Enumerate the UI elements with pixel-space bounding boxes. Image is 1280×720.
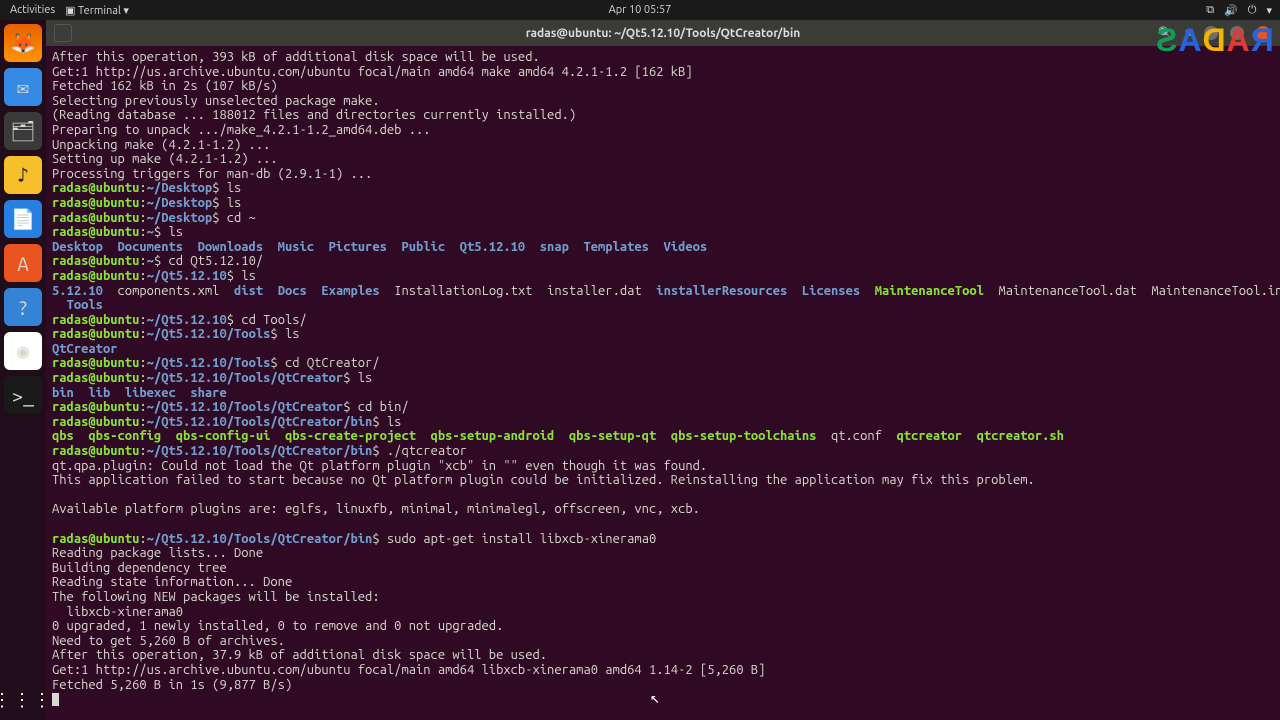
terminal[interactable]: After this operation, 393 kB of addition… — [46, 46, 1280, 720]
show-applications[interactable]: ⋮⋮⋮ — [0, 680, 46, 720]
power-icon[interactable]: ⏻ — [1248, 4, 1257, 17]
dock-terminal[interactable]: >_ — [4, 376, 42, 414]
terminal-cursor — [52, 693, 59, 706]
dock-help[interactable]: ? — [4, 288, 42, 326]
app-menu[interactable]: ▣ Terminal ▾ — [65, 4, 129, 17]
dock-chrome[interactable]: ◉ — [4, 332, 42, 370]
gnome-topbar: Activities ▣ Terminal ▾ Apr 10 05:57 ⧉ 🔊… — [0, 0, 1280, 20]
dock-software[interactable]: A — [4, 244, 42, 282]
clock[interactable]: Apr 10 05:57 — [609, 4, 672, 16]
dock-libreoffice[interactable]: 📄 — [4, 200, 42, 238]
window-title: radas@ubuntu: ~/Qt5.12.10/Tools/QtCreato… — [526, 27, 801, 40]
watermark-logo: RADAS — [1155, 22, 1274, 59]
system-menu-chevron-icon[interactable]: ▾ — [1266, 4, 1272, 17]
dock: 🦊 ✉ 🗂 ♪ 📄 A ? ◉ >_ — [0, 20, 46, 720]
dock-firefox[interactable]: 🦊 — [4, 24, 42, 62]
new-tab-button[interactable] — [54, 24, 72, 42]
volume-icon[interactable]: 🔊 — [1224, 4, 1238, 17]
network-icon[interactable]: ⧉ — [1206, 4, 1214, 17]
window-titlebar: radas@ubuntu: ~/Qt5.12.10/Tools/QtCreato… — [46, 20, 1280, 46]
dock-thunderbird[interactable]: ✉ — [4, 68, 42, 106]
dock-rhythmbox[interactable]: ♪ — [4, 156, 42, 194]
activities-button[interactable]: Activities — [10, 4, 55, 16]
dock-files[interactable]: 🗂 — [4, 112, 42, 150]
